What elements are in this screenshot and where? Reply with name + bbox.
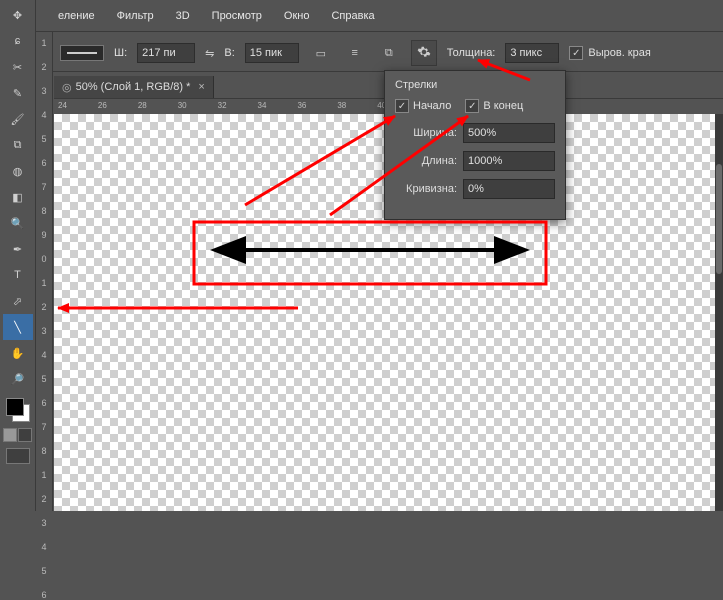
align-edges-option[interactable]: ✓ Выров. края <box>569 46 650 60</box>
ruler-tick: 3 <box>41 86 46 96</box>
height-input[interactable]: 15 пик <box>245 43 299 63</box>
file-icon: ◎ <box>62 81 72 94</box>
width-label: Ш: <box>114 47 127 59</box>
ruler-tick: 2 <box>41 62 46 72</box>
ruler-tick: 4 <box>41 350 46 360</box>
toolbox: ✥ɕ✂✎🖌⧉◍◧🔍✒T⬀╲✋🔎 <box>0 0 36 511</box>
gear-button[interactable] <box>411 40 437 66</box>
type-tool[interactable]: T <box>3 262 33 288</box>
ruler-tick: 1 <box>41 470 46 480</box>
options-bar: Ш: 217 пи ⇋ В: 15 пик ▭ ≡ ⧉ Толщина: 3 п… <box>40 35 723 72</box>
arrow-concavity-label: Кривизна: <box>395 183 457 195</box>
vertical-ruler: 123456789012345678123456 <box>36 32 53 511</box>
start-checkbox[interactable]: ✓ <box>395 99 409 113</box>
weight-label: Толщина: <box>447 47 496 59</box>
menu-item[interactable]: еление <box>58 10 95 22</box>
hand-tool[interactable]: ✋ <box>3 340 33 366</box>
eyedropper-tool[interactable]: ✎ <box>3 80 33 106</box>
line-tool[interactable]: ╲ <box>3 314 33 340</box>
eraser-tool[interactable]: ◧ <box>3 184 33 210</box>
menu-bar: еление Фильтр 3D Просмотр Окно Справка <box>0 0 723 32</box>
pen-tool[interactable]: ✒ <box>3 236 33 262</box>
gear-icon <box>417 45 431 62</box>
end-arrow-option[interactable]: ✓ В конец <box>465 99 523 113</box>
clone-tool[interactable]: ⧉ <box>3 132 33 158</box>
ruler-tick: 6 <box>41 590 46 600</box>
color-swatches[interactable] <box>6 398 30 422</box>
crop-tool[interactable]: ✂ <box>3 54 33 80</box>
weight-input[interactable]: 3 пикс <box>505 43 559 63</box>
ruler-tick: 8 <box>41 446 46 456</box>
end-label: В конец <box>483 100 523 112</box>
menu-item[interactable]: Справка <box>331 10 374 22</box>
menu-item[interactable]: Окно <box>284 10 310 22</box>
arrow-concavity-input[interactable]: 0% <box>463 179 555 199</box>
ruler-tick: 7 <box>41 182 46 192</box>
popup-title: Стрелки <box>395 79 555 91</box>
magnify-tool[interactable]: 🔎 <box>3 366 33 392</box>
link-icon[interactable]: ⇋ <box>205 47 214 60</box>
arrow-width-label: Ширина: <box>395 127 457 139</box>
width-input[interactable]: 217 пи <box>137 43 195 63</box>
ruler-tick: 1 <box>41 278 46 288</box>
document-tab[interactable]: ◎ 50% (Слой 1, RGB/8) * × <box>54 76 214 98</box>
align-edges-checkbox[interactable]: ✓ <box>569 46 583 60</box>
ruler-tick: 7 <box>41 422 46 432</box>
scrollbar-thumb[interactable] <box>716 164 722 274</box>
ruler-tick: 3 <box>41 518 46 528</box>
ruler-tick: 9 <box>41 230 46 240</box>
ruler-tick: 2 <box>41 302 46 312</box>
paint-bucket-tool[interactable]: ◍ <box>3 158 33 184</box>
start-arrow-option[interactable]: ✓ Начало <box>395 99 451 113</box>
align-button[interactable]: ≡ <box>343 41 367 65</box>
zoom-tool[interactable]: 🔍 <box>3 210 33 236</box>
ruler-tick: 5 <box>41 134 46 144</box>
ruler-tick: 4 <box>41 110 46 120</box>
menu-item[interactable]: 3D <box>176 10 190 22</box>
menu-item[interactable]: Фильтр <box>117 10 154 22</box>
arrow-width-input[interactable]: 500% <box>463 123 555 143</box>
stroke-preview[interactable] <box>60 45 104 61</box>
ruler-tick: 4 <box>41 542 46 552</box>
ruler-tick: 2 <box>41 494 46 504</box>
ruler-tick: 3 <box>41 326 46 336</box>
start-label: Начало <box>413 100 451 112</box>
arrowheads-popup: Стрелки ✓ Начало ✓ В конец Ширина: 500% … <box>384 70 566 220</box>
quick-mask-toggle[interactable] <box>3 428 33 442</box>
close-tab-button[interactable]: × <box>198 81 204 93</box>
end-checkbox[interactable]: ✓ <box>465 99 479 113</box>
path-select-tool[interactable]: ⬀ <box>3 288 33 314</box>
ruler-tick: 0 <box>41 254 46 264</box>
ruler-tick: 8 <box>41 206 46 216</box>
ruler-tick: 6 <box>41 158 46 168</box>
arrow-length-input[interactable]: 1000% <box>463 151 555 171</box>
arrow-length-label: Длина: <box>395 155 457 167</box>
document-title: 50% (Слой 1, RGB/8) * <box>76 81 191 93</box>
screen-mode-button[interactable] <box>3 448 33 464</box>
mode-button-1[interactable]: ▭ <box>309 41 333 65</box>
ruler-tick: 1 <box>41 38 46 48</box>
brush-tool[interactable]: 🖌 <box>3 106 33 132</box>
align-edges-label: Выров. края <box>588 47 650 59</box>
menu-item[interactable]: Просмотр <box>212 10 262 22</box>
lasso-tool[interactable]: ɕ <box>3 28 33 54</box>
ruler-tick: 5 <box>41 566 46 576</box>
ruler-tick: 6 <box>41 398 46 408</box>
vertical-scrollbar[interactable] <box>715 114 723 511</box>
ruler-tick: 5 <box>41 374 46 384</box>
move-tool[interactable]: ✥ <box>3 2 33 28</box>
height-label: В: <box>224 47 234 59</box>
arrange-button[interactable]: ⧉ <box>377 41 401 65</box>
